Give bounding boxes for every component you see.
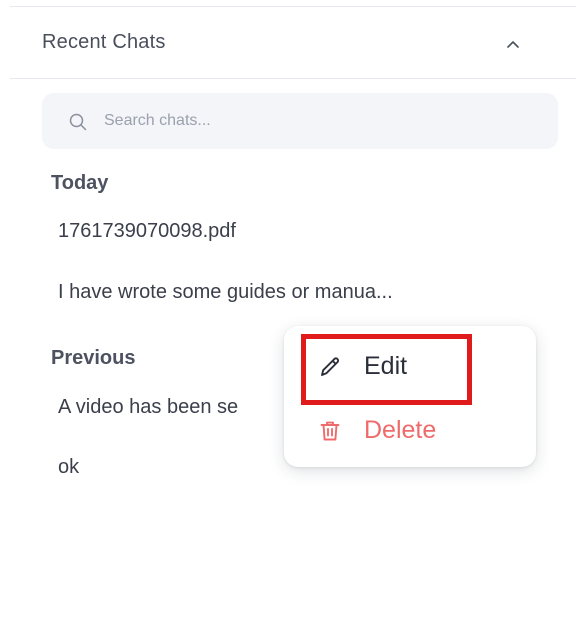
chat-item[interactable]: A video has been se: [58, 396, 238, 419]
group-label-previous: Previous: [51, 347, 136, 369]
trash-icon: [320, 421, 340, 440]
header-divider: [10, 78, 576, 79]
recent-chats-header[interactable]: Recent Chats: [0, 7, 576, 79]
group-label-today: Today: [51, 172, 109, 194]
chat-item[interactable]: ok: [58, 456, 79, 479]
delete-menu-item[interactable]: Delete: [318, 416, 436, 445]
edit-menu-item[interactable]: Edit: [318, 352, 407, 381]
search-icon: [69, 113, 87, 131]
edit-label: Edit: [364, 352, 408, 380]
chat-context-menu: [284, 326, 536, 467]
search-box[interactable]: [42, 93, 558, 149]
delete-label: Delete: [364, 416, 437, 444]
chat-item[interactable]: 1761739070098.pdf: [58, 220, 236, 243]
chevron-up-icon: [507, 41, 519, 48]
search-input[interactable]: [104, 93, 544, 149]
chat-item[interactable]: I have wrote some guides or manua...: [58, 281, 393, 304]
section-title: Recent Chats: [42, 31, 166, 53]
collapse-button[interactable]: [498, 29, 528, 59]
pencil-icon: [321, 356, 340, 376]
